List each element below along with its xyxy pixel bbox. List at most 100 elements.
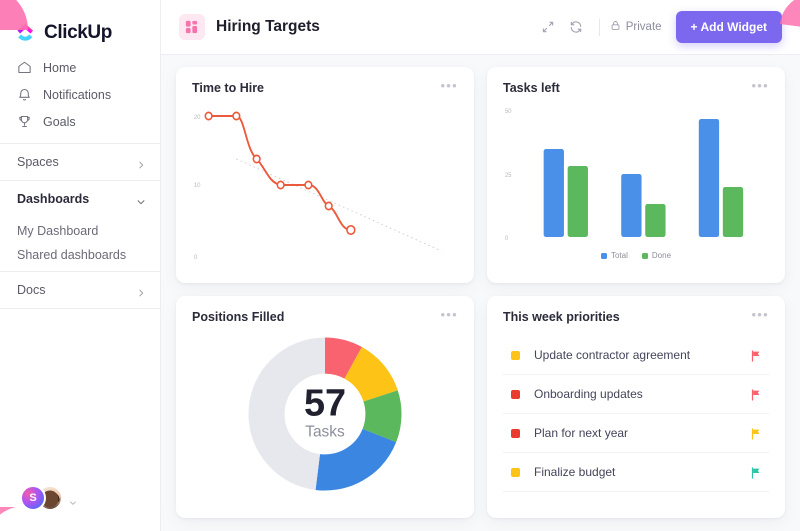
task-label: Onboarding updates [534,387,750,401]
avatar[interactable]: S [20,485,46,511]
sidebar-item-label: Home [43,61,76,75]
refresh-icon[interactable] [563,14,589,40]
legend-label: Done [652,251,671,260]
y-tick-label: 20 [194,114,201,121]
sidebar-subitem-label: Shared dashboards [17,248,126,262]
data-point [277,181,284,188]
bars [544,119,744,237]
legend-label: Total [611,251,628,260]
data-point [347,226,355,234]
line-series-path [209,116,351,230]
add-widget-button[interactable]: + Add Widget [676,11,782,43]
page-title: Hiring Targets [216,18,320,36]
sidebar-item-goals[interactable]: Goals [0,108,160,135]
y-tick-label: 25 [505,172,512,179]
sidebar-section-docs[interactable]: Docs [0,272,160,308]
top-bar: Hiring Targets [161,0,800,55]
toolbar-separator [599,19,600,36]
bar-total [544,149,564,237]
more-options-icon[interactable]: ••• [751,310,769,320]
chevron-down-icon[interactable] [69,494,77,502]
y-tick-label: 10 [194,182,201,189]
sidebar-item-notifications[interactable]: Notifications [0,81,160,108]
data-point [325,202,332,209]
task-label: Plan for next year [534,426,750,440]
list-item[interactable]: Finalize budget [503,453,769,492]
legend-swatch [601,253,607,259]
task-label: Update contractor agreement [534,348,750,362]
sidebar-item-shared-dashboards[interactable]: Shared dashboards [0,244,160,271]
legend-item-done: Done [642,251,671,260]
widget-title: Positions Filled [192,310,284,324]
line-chart-svg: 20 10 0 [192,97,458,269]
donut-chart-svg: 57 Tasks [239,328,411,500]
line-markers [205,112,354,234]
bar-chart-svg: 50 25 0 [503,97,769,249]
widget-header: Time to Hire ••• [192,81,458,95]
donut-chart: 57 Tasks [192,328,458,500]
donut-center-label: Tasks [305,423,345,440]
widget-priorities: This week priorities ••• Update contract… [487,296,785,518]
main-content: Hiring Targets [161,0,800,531]
data-point [205,112,212,119]
bar-done [723,187,743,237]
privacy-toggle[interactable]: Private [610,20,662,34]
expand-arrows-icon[interactable] [535,14,561,40]
bar-chart: 50 25 0 [503,97,769,249]
task-label: Finalize budget [534,465,750,479]
legend-item-total: Total [601,251,628,260]
widget-time-to-hire: Time to Hire ••• 20 10 0 [176,67,474,283]
bar-done [568,166,588,237]
flag-icon[interactable] [750,466,762,478]
primary-nav: Home Notifications [0,48,160,143]
clickup-logo-icon [16,22,37,43]
sidebar-section-label: Dashboards [17,192,136,206]
widget-positions-filled: Positions Filled ••• 57 Tasks [176,296,474,518]
home-icon [17,60,32,75]
more-options-icon[interactable]: ••• [751,81,769,91]
bell-icon [17,87,32,102]
more-options-icon[interactable]: ••• [440,310,458,320]
clickup-dashboard-app: ClickUp Home Notifications [0,0,800,531]
flag-icon[interactable] [750,388,762,400]
flag-icon[interactable] [750,427,762,439]
bar-total [621,174,641,237]
widget-title: Time to Hire [192,81,264,95]
widget-tasks-left: Tasks left ••• 50 25 0 [487,67,785,283]
sidebar-item-label: Notifications [43,88,111,102]
priorities-list: Update contractor agreement Onboarding u… [503,336,769,492]
brand-name: ClickUp [44,22,112,44]
chart-legend: Total Done [503,251,769,260]
widget-header: Positions Filled ••• [192,310,458,324]
widget-header: Tasks left ••• [503,81,769,95]
more-options-icon[interactable]: ••• [440,81,458,91]
widget-header: This week priorities ••• [503,310,769,324]
status-badge [511,468,520,477]
sidebar-section-spaces[interactable]: Spaces [0,144,160,180]
lock-icon [610,20,621,34]
y-tick-label: 0 [505,235,509,242]
list-item[interactable]: Onboarding updates [503,375,769,414]
sidebar-section-dashboards[interactable]: Dashboards [0,181,160,217]
chevron-down-icon [136,194,146,204]
line-chart: 20 10 0 [192,97,458,269]
sidebar: ClickUp Home Notifications [0,0,161,531]
user-avatar-group[interactable]: S [0,479,160,531]
sidebar-item-my-dashboard[interactable]: My Dashboard [0,217,160,244]
data-point [253,155,260,162]
privacy-label: Private [626,21,662,33]
flag-icon[interactable] [750,349,762,361]
brand-logo[interactable]: ClickUp [0,0,160,48]
list-item[interactable]: Update contractor agreement [503,336,769,375]
data-point [305,181,312,188]
data-point [233,112,240,119]
sidebar-item-home[interactable]: Home [0,54,160,81]
sidebar-section-label: Spaces [17,155,136,169]
status-badge [511,429,520,438]
widget-title: This week priorities [503,310,620,324]
donut-center-value: 57 [304,383,346,425]
list-item[interactable]: Plan for next year [503,414,769,453]
dashboard-grid-icon [179,14,205,40]
sidebar-subitem-label: My Dashboard [17,224,98,238]
chevron-right-icon [136,285,146,295]
